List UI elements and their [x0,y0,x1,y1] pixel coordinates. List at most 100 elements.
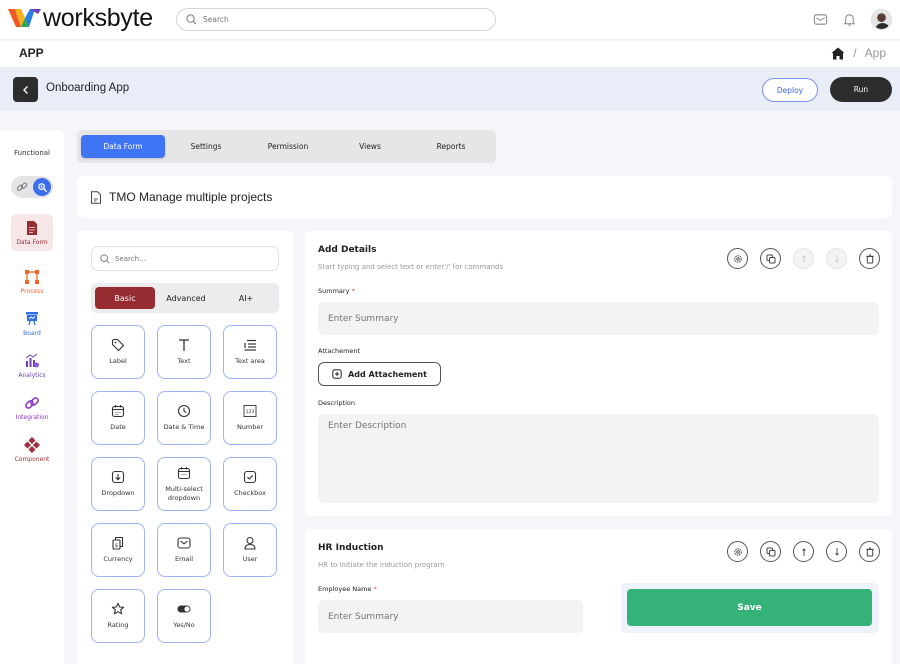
rail-item-process[interactable]: Process [11,269,53,295]
link-icon[interactable] [16,181,28,193]
deploy-button[interactable]: Deploy [762,78,818,102]
number-icon: 123 [243,405,257,417]
field-tile-yes-no[interactable]: Yes/No [157,589,211,643]
section-title: Add Details [318,245,377,255]
home-icon[interactable] [831,47,845,60]
field-tile-currency[interactable]: $ Currency [91,523,145,577]
calendar-icon [177,466,191,479]
field-tile-user[interactable]: User [223,523,277,577]
dropdown-icon [111,470,125,484]
section-duplicate-button[interactable] [760,248,781,269]
tab-permission[interactable]: Permission [247,135,329,158]
component-icon [24,437,40,453]
section-delete-button[interactable] [859,541,880,562]
field-tile-multi-select-dropdown[interactable]: Multi-select dropdown [157,457,211,511]
section-title: HR Induction [318,543,384,553]
add-attachment-button[interactable]: Add Attachement [318,362,441,386]
section-subtitle: Start typing and select text or enter'/'… [318,263,504,271]
section-settings-button[interactable] [727,541,748,562]
tab-reports[interactable]: Reports [411,135,491,158]
breadcrumb-separator: / [853,46,857,60]
global-search-input[interactable] [203,15,483,24]
top-navigation-bar: worksbyte [0,0,900,40]
worksbyte-logo-icon [8,9,41,27]
clock-icon [177,404,191,418]
run-button[interactable]: Run [830,77,892,102]
rail-item-analytics[interactable]: Analytics [11,353,53,379]
segment-advanced[interactable]: Advanced [155,287,217,309]
field-tile-rating[interactable]: Rating [91,589,145,643]
description-input[interactable] [318,414,879,503]
attachment-label: Attachement [318,347,361,355]
required-marker: * [351,287,355,295]
tab-views[interactable]: Views [329,135,411,158]
rail-item-data-form[interactable]: Data Form [11,214,53,251]
field-tile-label-text: Yes/No [173,621,195,629]
breadcrumb-item-app[interactable]: App [865,46,886,60]
gear-icon [733,547,742,556]
field-tile-date[interactable]: Date [91,391,145,445]
segment-ai-plus[interactable]: AI+ [217,287,275,309]
document-icon [27,221,37,235]
section-move-down-button[interactable] [826,248,847,269]
description-label: Description [318,399,356,407]
arrow-up-icon [801,254,806,263]
breadcrumb: / App [831,46,886,60]
form-document-icon [91,191,101,204]
field-tile-email[interactable]: Email [157,523,211,577]
summary-input[interactable] [318,302,879,335]
gear-search-icon [37,182,47,192]
field-tile-label-text: Multi-select dropdown [165,484,203,502]
left-rail: Functional Data Form Process Board Analy… [0,130,64,664]
field-tile-text[interactable]: Text [157,325,211,379]
rail-item-label: Board [23,330,41,337]
segment-basic[interactable]: Basic [95,287,155,309]
tab-settings[interactable]: Settings [165,135,247,158]
mode-label: Functional [13,149,50,157]
field-tile-text-area[interactable]: Text area [223,325,277,379]
section-delete-button[interactable] [859,248,880,269]
functional-mode-button[interactable] [33,178,51,196]
user-avatar[interactable] [871,9,892,30]
field-tile-label[interactable]: Label [91,325,145,379]
rail-item-board[interactable]: Board [11,311,53,337]
mode-toggle[interactable] [11,176,53,198]
tab-data-form[interactable]: Data Form [81,135,165,158]
save-button[interactable]: Save [627,589,872,626]
section-move-down-button[interactable] [826,541,847,562]
arrow-up-icon [801,547,806,556]
palette-search[interactable] [91,246,279,271]
analytics-icon [25,353,39,368]
copy-icon [766,547,775,556]
field-tile-checkbox[interactable]: Checkbox [223,457,277,511]
arrow-down-icon [834,254,839,263]
search-icon [100,253,110,263]
section-settings-button[interactable] [727,248,748,269]
section-title: APP [19,46,44,60]
section-move-up-button[interactable] [793,541,814,562]
field-tile-label-text: Date & Time [163,423,205,431]
rail-item-component[interactable]: Component [11,437,53,463]
field-tile-label-text: Text area [235,357,265,365]
mail-icon[interactable] [813,12,828,27]
brand-logo[interactable]: worksbyte [8,6,153,31]
add-attachment-label: Add Attachement [348,369,427,379]
checkbox-icon [243,470,257,484]
employee-name-input[interactable] [318,600,583,633]
back-button[interactable] [13,77,38,102]
field-tile-dropdown[interactable]: Dropdown [91,457,145,511]
palette-segment-control: Basic Advanced AI+ [91,283,279,313]
field-tile-label-text: Text [177,357,191,365]
calendar-icon [111,405,125,418]
bell-icon[interactable] [842,12,857,27]
field-tile-number[interactable]: 123 Number [223,391,277,445]
user-icon [244,536,256,550]
palette-search-input[interactable] [115,254,275,263]
section-move-up-button[interactable] [793,248,814,269]
app-toolbar: Onboarding App Deploy Run [0,67,900,111]
rail-item-integration[interactable]: Integration [11,395,53,421]
global-search[interactable] [176,8,496,31]
chevron-left-icon [22,85,28,94]
field-tile-date-time[interactable]: Date & Time [157,391,211,445]
section-duplicate-button[interactable] [760,541,781,562]
